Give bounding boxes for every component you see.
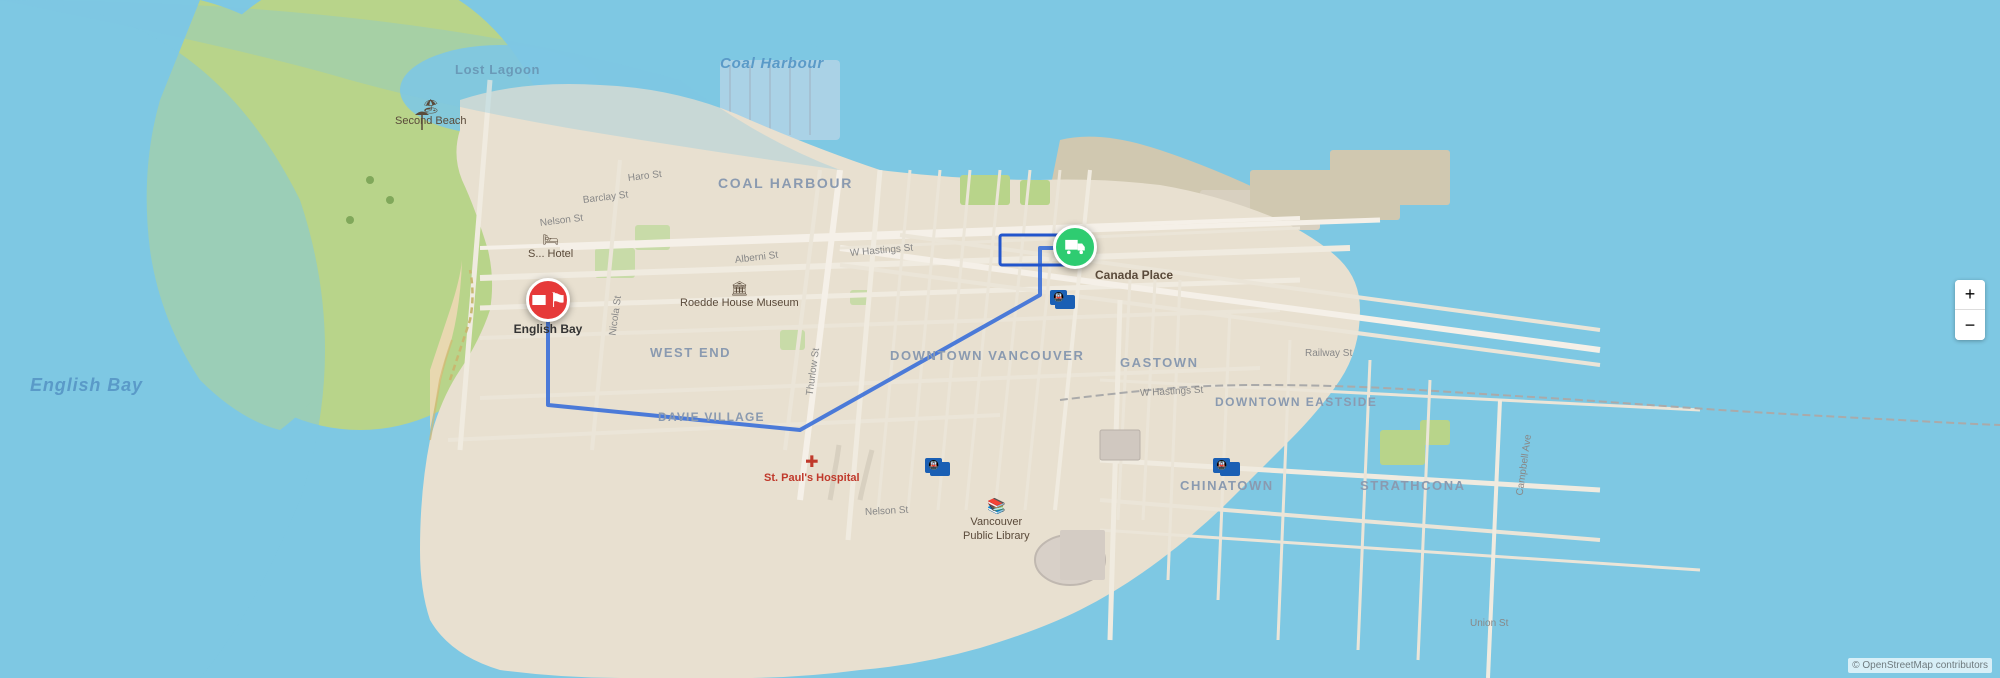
map-attribution: © OpenStreetMap contributors xyxy=(1848,658,1992,673)
zoom-out-button[interactable]: − xyxy=(1955,310,1985,340)
destination-marker[interactable] xyxy=(1053,225,1097,269)
map-svg xyxy=(0,0,2000,678)
zoom-in-button[interactable]: + xyxy=(1955,280,1985,310)
map-container[interactable]: COAL HARBOUR WEST END DAVIE VILLAGE DOWN… xyxy=(0,0,2000,678)
skytrain-station-3: 🚇 xyxy=(1213,458,1230,473)
english-bay-marker[interactable] xyxy=(526,278,570,322)
skytrain-station-1: 🚇 xyxy=(1050,290,1067,305)
skytrain-station-2: 🚇 xyxy=(925,458,942,473)
zoom-controls: + − xyxy=(1955,280,1985,340)
